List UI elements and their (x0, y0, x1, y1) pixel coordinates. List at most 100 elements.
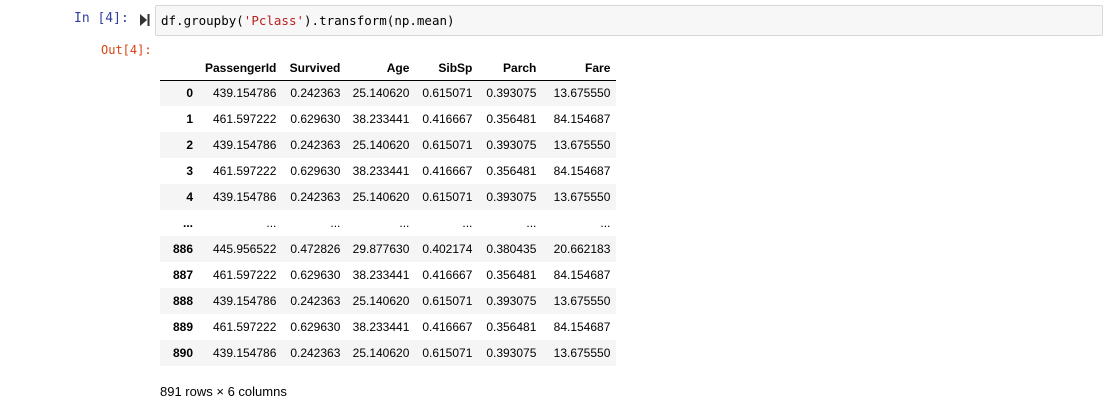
table-cell: 0.242363 (290, 138, 341, 152)
table-cell: 461.597222 (212, 164, 277, 178)
table-cell: 0.242363 (290, 294, 341, 308)
table-cell: 0.356481 (486, 268, 537, 282)
table-row: 889 461.597222 0.629630 38.233441 0.4166… (160, 314, 617, 340)
table-row: 2 439.154786 0.242363 25.140620 0.615071… (160, 132, 617, 158)
row-index: 890 (172, 346, 193, 360)
table-cell: 0.629630 (290, 112, 341, 126)
table-cell: 13.675550 (553, 86, 611, 101)
table-cell: ... (526, 216, 537, 230)
table-row: 887 461.597222 0.629630 38.233441 0.4166… (160, 262, 617, 288)
dataframe-shape-note: 891 rows × 6 columns (160, 384, 287, 399)
row-index: 0 (186, 86, 193, 101)
row-index: 2 (186, 138, 193, 152)
table-cell: 0.416667 (422, 164, 473, 178)
table-cell: 29.877630 (352, 242, 410, 256)
table-cell: 0.380435 (486, 242, 537, 256)
table-cell: 0.356481 (486, 164, 537, 178)
table-cell: 13.675550 (553, 190, 611, 204)
code-text-before: df.groupby( (161, 13, 244, 28)
table-cell: 38.233441 (352, 164, 410, 178)
table-cell: 25.140620 (352, 138, 410, 152)
table-cell: 13.675550 (553, 346, 611, 360)
column-header-sibsp: SibSp (415, 56, 479, 81)
table-cell: 0.416667 (422, 112, 473, 126)
table-cell: 25.140620 (352, 346, 410, 360)
table-cell: 38.233441 (352, 268, 410, 282)
table-cell: 84.154687 (553, 112, 611, 126)
row-index: 886 (172, 242, 193, 256)
row-index: 887 (172, 268, 193, 282)
code-line[interactable]: df.groupby('Pclass').transform(np.mean) (161, 13, 455, 28)
table-cell: 461.597222 (212, 320, 277, 334)
code-string-literal: 'Pclass' (243, 13, 305, 28)
table-cell: 445.956522 (212, 242, 277, 256)
table-cell: 0.615071 (422, 86, 473, 101)
table-row-ellipsis: ... ... ... ... ... ... ... (160, 210, 617, 236)
table-cell: 0.393075 (486, 86, 537, 101)
table-cell: 0.393075 (486, 190, 537, 204)
table-cell: ... (266, 216, 277, 230)
table-cell: 439.154786 (212, 138, 277, 152)
table-cell: 0.356481 (486, 320, 537, 334)
table-cell: 13.675550 (553, 138, 611, 152)
column-header-survived: Survived (282, 56, 347, 81)
table-cell: 0.242363 (290, 86, 341, 101)
table-cell: 439.154786 (212, 346, 277, 360)
input-prompt: In [4]: (74, 11, 129, 26)
row-index: 4 (186, 190, 193, 204)
table-row: 890 439.154786 0.242363 25.140620 0.6150… (160, 340, 617, 366)
table-header-row: PassengerId Survived Age SibSp Parch Far… (160, 56, 617, 81)
table-cell: 439.154786 (212, 86, 277, 101)
row-index: ... (182, 216, 193, 230)
table-cell: 20.662183 (553, 242, 611, 256)
column-header-passengerid: PassengerId (199, 56, 283, 81)
run-cell-icon[interactable] (140, 14, 150, 26)
dataframe-table: PassengerId Survived Age SibSp Parch Far… (160, 56, 617, 366)
table-cell: 0.615071 (422, 294, 473, 308)
index-header (160, 56, 199, 81)
row-index: 889 (172, 320, 193, 334)
table-cell: 0.242363 (290, 190, 341, 204)
table-cell: 0.393075 (486, 346, 537, 360)
output-prompt: Out[4]: (101, 43, 152, 57)
table-row: 886 445.956522 0.472826 29.877630 0.4021… (160, 236, 617, 262)
table-cell: 25.140620 (352, 294, 410, 308)
column-header-parch: Parch (478, 56, 543, 81)
table-cell: 0.472826 (290, 242, 341, 256)
code-input-area[interactable]: df.groupby('Pclass').transform(np.mean) (155, 5, 1103, 36)
table-cell: 0.416667 (422, 320, 473, 334)
table-cell: 0.629630 (290, 164, 341, 178)
table-cell: 439.154786 (212, 190, 277, 204)
table-row: 4 439.154786 0.242363 25.140620 0.615071… (160, 184, 617, 210)
table-row: 0 439.154786 0.242363 25.140620 0.615071… (160, 80, 617, 106)
table-cell: 0.393075 (486, 138, 537, 152)
table-cell: 0.242363 (290, 346, 341, 360)
table-cell: 0.416667 (422, 268, 473, 282)
table-cell: 439.154786 (212, 294, 277, 308)
table-cell: ... (462, 216, 473, 230)
table-cell: 0.615071 (422, 138, 473, 152)
table-cell: 0.629630 (290, 268, 341, 282)
table-cell: 38.233441 (352, 320, 410, 334)
table-row: 3 461.597222 0.629630 38.233441 0.416667… (160, 158, 617, 184)
table-cell: 0.393075 (486, 294, 537, 308)
row-index: 888 (172, 294, 193, 308)
table-cell: ... (600, 216, 611, 230)
table-cell: 84.154687 (553, 164, 611, 178)
row-index: 1 (186, 112, 193, 126)
table-row: 1 461.597222 0.629630 38.233441 0.416667… (160, 106, 617, 132)
table-cell: 461.597222 (212, 112, 277, 126)
table-cell: ... (399, 216, 410, 230)
table-cell: 0.615071 (422, 346, 473, 360)
code-text-after: ).transform(np.mean) (304, 13, 455, 28)
table-cell: 38.233441 (352, 112, 410, 126)
table-cell: 0.629630 (290, 320, 341, 334)
row-index: 3 (186, 164, 193, 178)
table-row: 888 439.154786 0.242363 25.140620 0.6150… (160, 288, 617, 314)
column-header-age: Age (346, 56, 416, 81)
table-cell: 25.140620 (352, 86, 410, 101)
table-cell: ... (330, 216, 341, 230)
column-header-fare: Fare (542, 56, 617, 81)
table-cell: 461.597222 (212, 268, 277, 282)
table-cell: 84.154687 (553, 320, 611, 334)
